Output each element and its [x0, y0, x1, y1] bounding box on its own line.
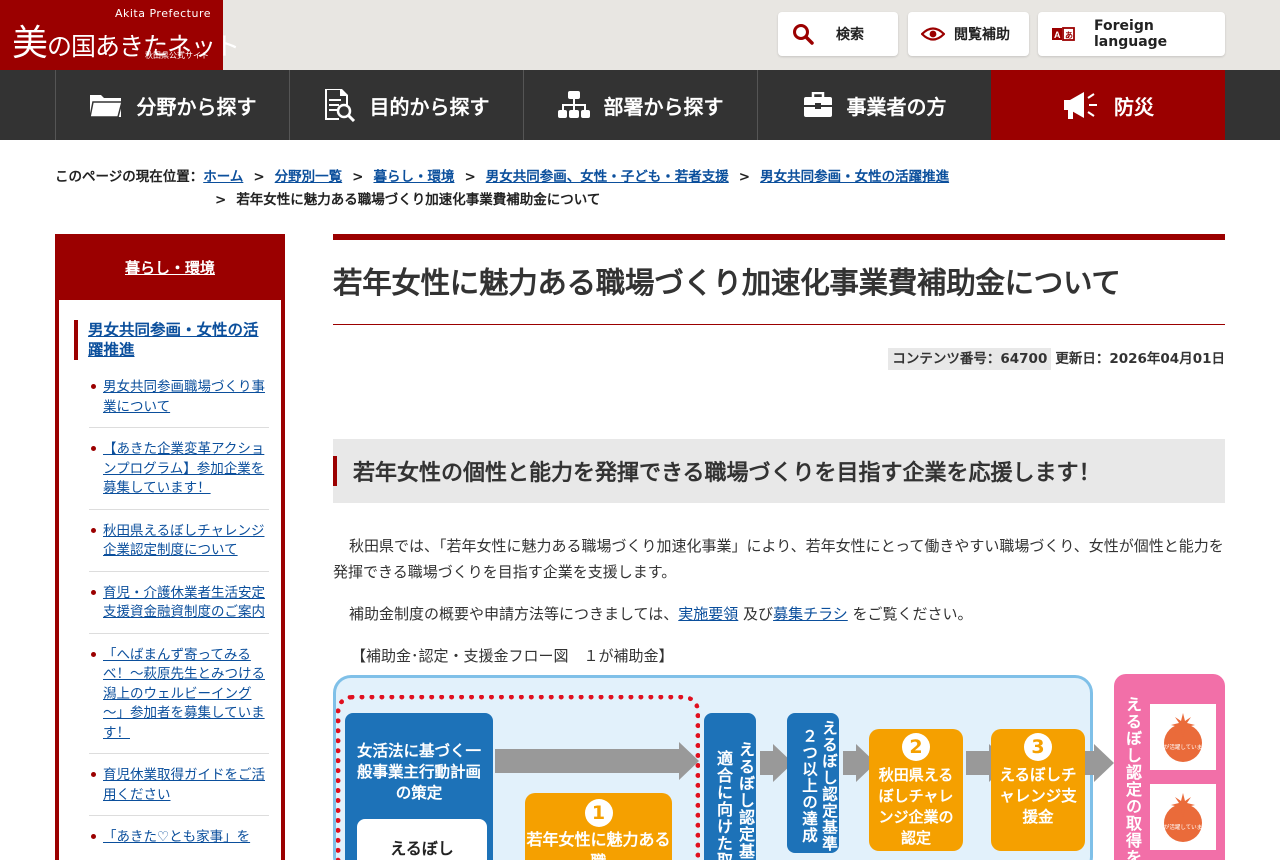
nav-item-business[interactable]: 事業者の方	[757, 70, 991, 140]
step-number: 3	[1024, 733, 1052, 761]
nav-item-department[interactable]: 部署から探す	[523, 70, 757, 140]
nav-item-disaster[interactable]: 防災	[991, 70, 1225, 140]
breadcrumb: このページの現在位置：ホーム > 分野別一覧 > 暮らし・環境 > 男女共同参画、女性・子ど…	[55, 166, 1055, 212]
site-logo[interactable]: Akita Prefecture 美の国あきたネット 秋田県公式サイト	[0, 0, 240, 70]
breadcrumb-link-gender-equality[interactable]: 男女共同参画、女性・子ども・若者支援	[486, 169, 729, 185]
flow-arrow	[966, 751, 990, 775]
breadcrumb-prefix: このページの現在位置：	[55, 169, 204, 185]
updated-date: 更新日：2026年04月01日	[1055, 351, 1225, 368]
sidebar-link[interactable]: 育児・介護休業者生活安定支援資金融資制度のご案内	[103, 585, 265, 621]
sidebar-heading-link[interactable]: 暮らし・環境	[125, 257, 215, 278]
flow-arrow-head	[679, 742, 699, 780]
guidance-paragraph: 補助金制度の概要や申請方法等につきましては、実施要領 及び募集チラシ をご覧くだ…	[349, 605, 973, 624]
breadcrumb-link-women-activity[interactable]: 男女共同参画・女性の活躍推進	[760, 169, 949, 185]
flow-box-criteria-met: えるぼし認定基準２つ以上の達成	[787, 713, 839, 853]
reading-assist-button[interactable]: 閲覧補助	[908, 12, 1029, 56]
global-nav: 分野から探す 目的から探す 部署から探す 事業者の方 防災	[0, 70, 1280, 140]
flow-box-step3: 3 えるぼしチャレンジ支援金	[991, 729, 1085, 851]
document-search-icon	[324, 89, 355, 122]
breadcrumb-separator: >	[253, 169, 265, 185]
sidebar-current-link[interactable]: 男女共同参画・女性の活躍推進	[88, 321, 259, 359]
step-number: 1	[584, 799, 613, 827]
nav-item-label: 部署から探す	[603, 94, 724, 119]
nav-item-label: 事業者の方	[846, 94, 947, 119]
list-item: 秋田県えるぼしチャレンジ企業認定制度について	[89, 508, 269, 571]
flow-caption: 【補助金･認定・支援金フロー図 １が補助金】	[351, 647, 674, 666]
certification-label: えるぼし認定の取得を	[1123, 696, 1142, 860]
list-item: 「へばまんず寄ってみるべ！～萩原先生とみつける潟上のウェルビーイング～」参加者を…	[89, 632, 269, 754]
foreign-language-button[interactable]: Aあ Foreign language	[1038, 12, 1225, 56]
breadcrumb-separator: >	[464, 169, 476, 185]
breadcrumb-link-fields[interactable]: 分野別一覧	[275, 169, 343, 185]
nav-item-label: 防災	[1114, 94, 1154, 119]
flow-arrow	[760, 751, 774, 775]
page-title: 若年女性に魅力ある職場づくり加速化事業費補助金について	[333, 266, 1121, 300]
sidebar-list: 男女共同参画職場づくり事業について 【あきた企業変革アクションプログラム】参加企…	[89, 378, 269, 858]
list-item: 育児休業取得ガイドをご活用ください	[89, 753, 269, 815]
sidebar-link[interactable]: 「あきた♡とも家事」を	[103, 829, 250, 845]
intro-paragraph: 秋田県では、「若年女性に魅力ある職場づくり加速化事業」により、若年女性にとって働…	[333, 537, 1224, 582]
megaphone-icon	[1064, 92, 1097, 119]
breadcrumb-current: 若年女性に魅力ある職場づくり加速化事業費補助金について	[236, 192, 601, 208]
breadcrumb-link-living[interactable]: 暮らし・環境	[373, 169, 454, 185]
svg-text:あ: あ	[1065, 31, 1073, 40]
list-item: 育児・介護休業者生活安定支援資金融資制度のご案内	[89, 570, 269, 633]
sidebar: 暮らし・環境 男女共同参画・女性の活躍推進 男女共同参画職場づくり事業について …	[55, 234, 285, 860]
eruboshi-badge-icon: 女性が活躍しています！	[1150, 704, 1216, 770]
org-chart-icon	[557, 91, 590, 118]
breadcrumb-separator: >	[352, 169, 364, 185]
logo-subtitle: 秋田県公式サイト	[145, 51, 209, 60]
recruitment-flyer-link[interactable]: 募集チラシ	[773, 605, 848, 623]
search-icon	[793, 24, 814, 45]
breadcrumb-separator: >	[738, 169, 751, 185]
briefcase-icon	[803, 92, 832, 117]
list-item: 「あきた♡とも家事」を	[89, 815, 269, 858]
flow-box-step1: 1 若年女性に魅力ある職	[525, 793, 672, 860]
eye-icon	[921, 27, 945, 41]
flow-arrow-head	[1094, 744, 1114, 782]
section-heading: 若年女性の個性と能力を発揮できる職場づくりを目指す企業を応援します！	[333, 439, 1225, 504]
sidebar-link[interactable]: 育児休業取得ガイドをご活用ください	[103, 767, 265, 803]
svg-text:女性が活躍しています！: 女性が活躍しています！	[1157, 823, 1209, 831]
step-number: 2	[902, 733, 930, 761]
svg-text:女性が活躍しています！: 女性が活躍しています！	[1157, 743, 1209, 751]
nav-item-label: 分野から探す	[136, 94, 257, 119]
sidebar-link[interactable]: 秋田県えるぼしチャレンジ企業認定制度について	[103, 523, 264, 559]
svg-text:A: A	[1054, 30, 1061, 40]
sidebar-heading: 暮らし・環境	[59, 234, 281, 300]
flow-diagram: 女活法に基づく一般事業主行動計画の策定 えるぼし 1 若年女性に魅力ある職 える…	[333, 673, 1225, 860]
breadcrumb-separator: >	[215, 192, 227, 208]
eruboshi-badge-icon: 女性が活躍しています！	[1150, 784, 1216, 850]
implementation-guidelines-link[interactable]: 実施要領	[678, 605, 738, 623]
sidebar-link[interactable]: 男女共同参画職場づくり事業について	[103, 379, 265, 415]
flow-box-certification: えるぼし認定の取得を 女性が活躍しています！ 女性が活躍しています！	[1114, 674, 1225, 860]
folder-icon	[88, 95, 123, 118]
page-meta: コンテンツ番号：64700 更新日：2026年04月01日	[333, 347, 1225, 371]
sidebar-link[interactable]: 【あきた企業変革アクションプログラム】参加企業を募集しています！	[103, 441, 264, 496]
flow-box-criteria-effort: えるぼし認定基準適合に向けた取	[704, 713, 756, 860]
flow-box-step2: 2 秋田県えるぼしチャレンジ企業の認定	[869, 729, 963, 851]
foreign-language-label: Foreign language	[1094, 18, 1168, 50]
sidebar-link[interactable]: 「へばまんず寄ってみるべ！～萩原先生とみつける潟上のウェルビーイング～」参加者を…	[103, 647, 265, 741]
main-content: 若年女性に魅力ある職場づくり加速化事業費補助金について コンテンツ番号：6470…	[333, 234, 1225, 669]
list-item: 【あきた企業変革アクションプログラム】参加企業を募集しています！	[89, 427, 269, 509]
title-divider	[333, 324, 1225, 326]
sidebar-current-category: 男女共同参画・女性の活躍推進	[74, 320, 281, 360]
nav-item-label: 目的から探す	[369, 94, 490, 119]
nav-item-purpose[interactable]: 目的から探す	[289, 70, 523, 140]
flow-box-eruboshi: えるぼし	[357, 819, 487, 860]
site-header: Akita Prefecture 美の国あきたネット 秋田県公式サイト 検索 閲…	[0, 0, 1280, 70]
search-button-label: 検索	[836, 27, 864, 43]
content-number: コンテンツ番号：64700	[888, 348, 1052, 371]
title-top-border	[333, 234, 1225, 240]
language-icon: Aあ	[1052, 27, 1075, 41]
search-button[interactable]: 検索	[778, 12, 898, 56]
nav-item-field[interactable]: 分野から探す	[55, 70, 289, 140]
reading-assist-label: 閲覧補助	[954, 27, 1010, 43]
list-item: 男女共同参画職場づくり事業について	[89, 378, 269, 427]
breadcrumb-link-home[interactable]: ホーム	[203, 169, 243, 185]
flow-arrow	[843, 751, 857, 775]
flow-arrow	[495, 749, 679, 773]
